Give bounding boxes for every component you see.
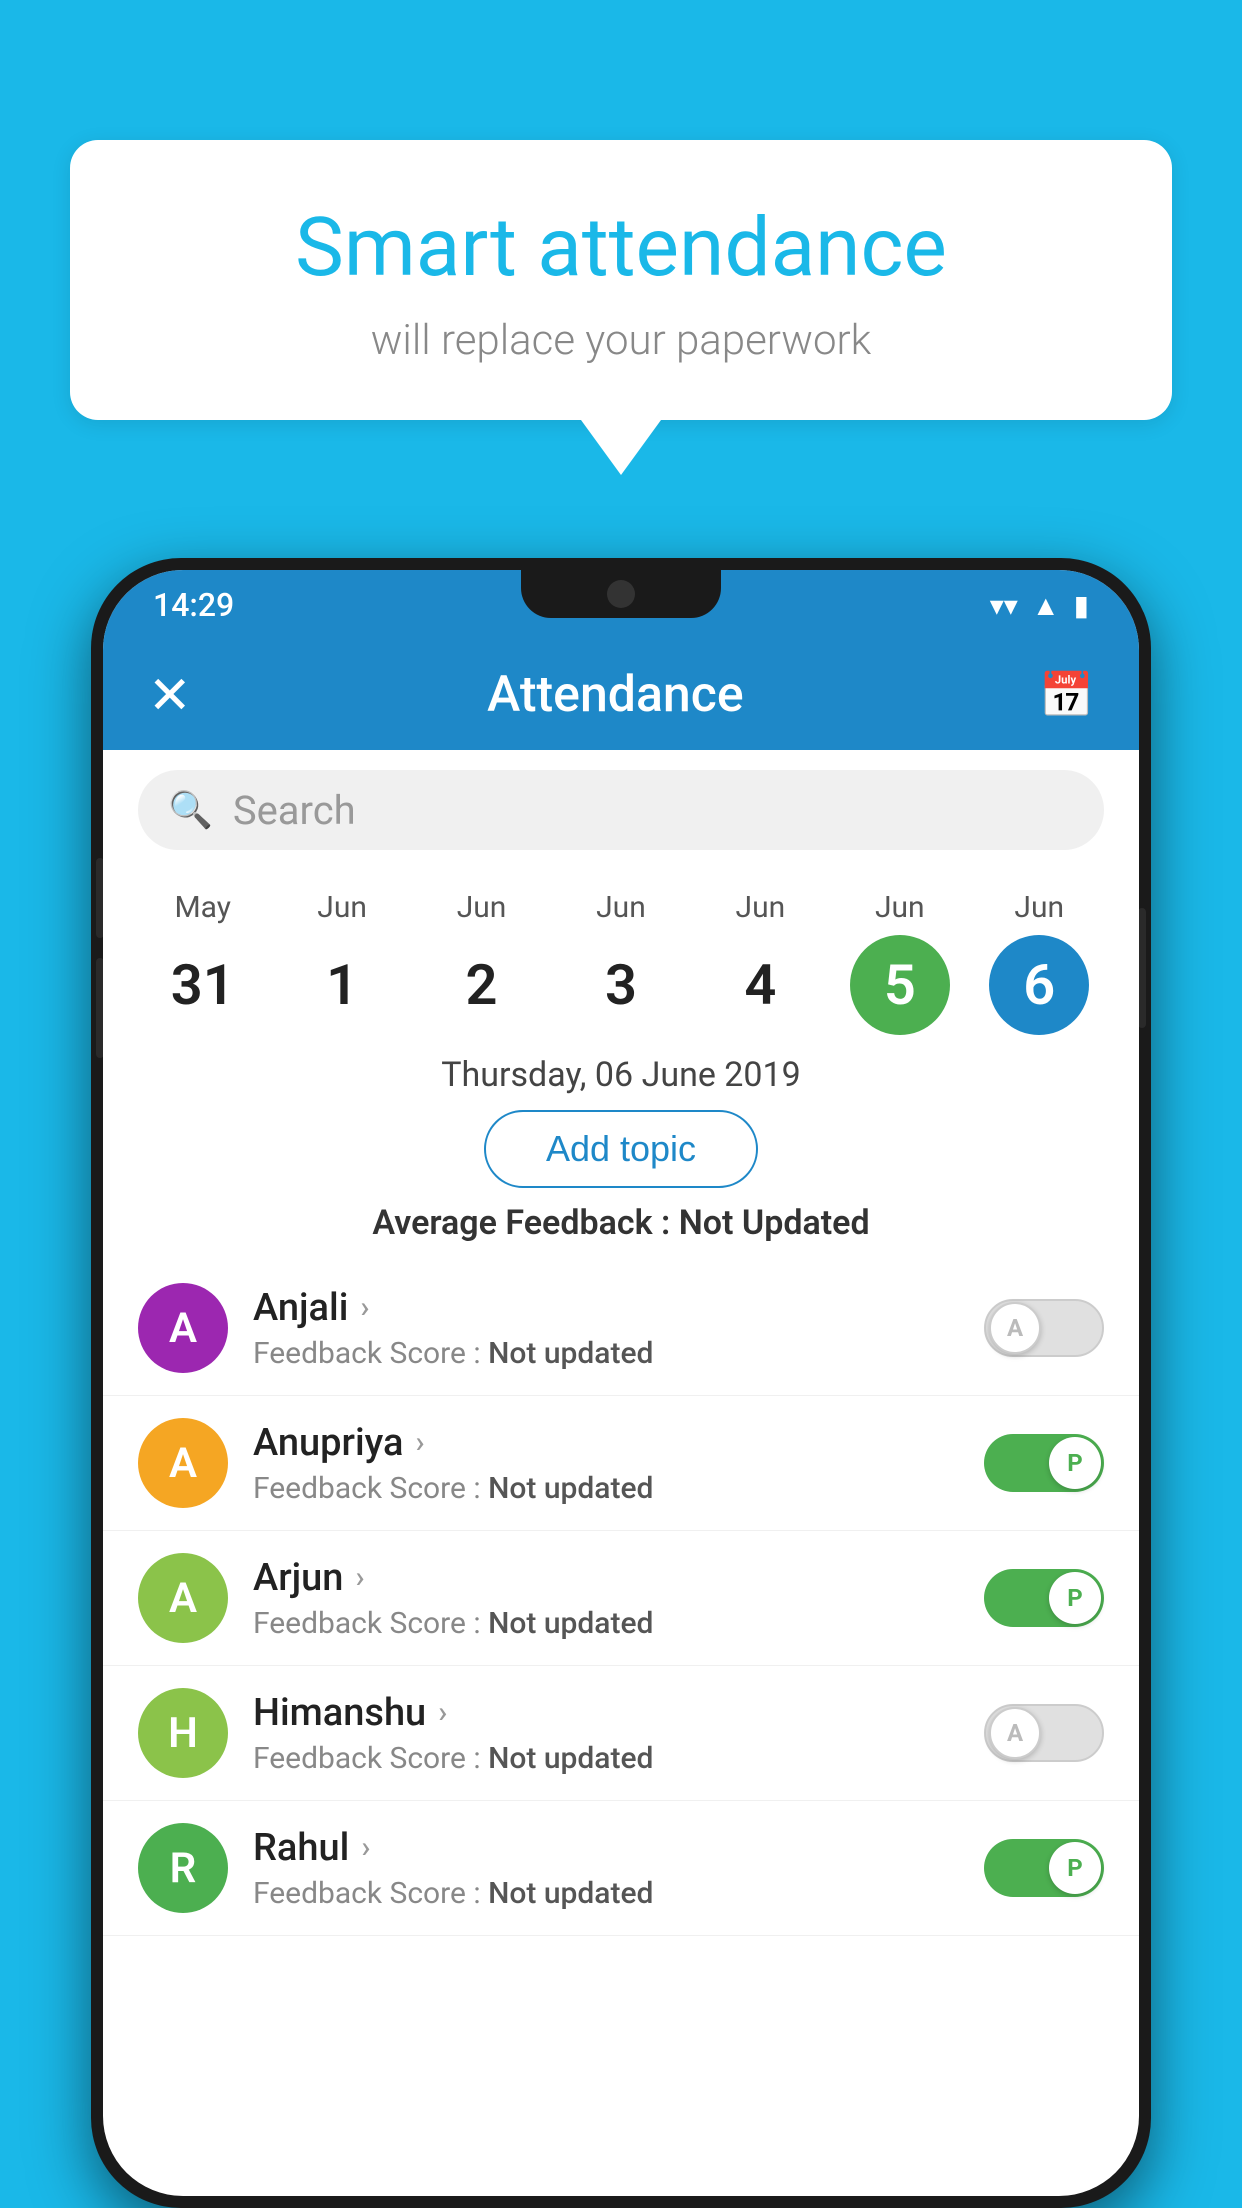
speech-bubble: Smart attendance will replace your paper… [70,140,1172,420]
toggle-knob: A [989,1707,1041,1759]
student-list-item[interactable]: A Anjali › Feedback Score : Not updated A [103,1261,1139,1396]
student-avatar: A [138,1418,228,1508]
status-time: 14:29 [153,586,234,624]
student-avatar: H [138,1688,228,1778]
student-list-item[interactable]: H Himanshu › Feedback Score : Not updated A [103,1666,1139,1801]
cal-day-number: 2 [432,935,532,1035]
feedback-score: Feedback Score : Not updated [253,1471,959,1506]
toggle-knob: P [1049,1842,1101,1894]
student-list-item[interactable]: A Arjun › Feedback Score : Not updated P [103,1531,1139,1666]
attendance-toggle[interactable]: P [984,1434,1104,1492]
phone-notch [521,558,721,618]
calendar-day-5[interactable]: Jun 5 [840,890,960,1035]
header-title: Attendance [487,666,744,724]
chevron-icon: › [361,1830,370,1865]
student-list-item[interactable]: A Anupriya › Feedback Score : Not updated P [103,1396,1139,1531]
attendance-toggle[interactable]: A [984,1704,1104,1762]
student-list: AAnjali ›Feedback Score : Not updatedAAA… [103,1261,1139,1936]
student-avatar: R [138,1823,228,1913]
cal-month-label: Jun [457,890,507,925]
selected-date-label: Thursday, 06 June 2019 [103,1055,1139,1095]
attendance-toggle-wrapper[interactable]: P [984,1569,1104,1627]
chevron-icon: › [355,1560,364,1595]
student-name: Arjun › [253,1556,959,1600]
search-icon: 🔍 [168,789,213,831]
avg-feedback-value: Not Updated [679,1203,870,1243]
status-icons: ▾▾ ▲ ▮ [990,589,1089,622]
calendar-day-2[interactable]: Jun 2 [422,890,542,1035]
feedback-score: Feedback Score : Not updated [253,1876,959,1911]
student-info: Anupriya › Feedback Score : Not updated [253,1421,959,1506]
cal-day-number: 6 [989,935,1089,1035]
battery-icon: ▮ [1074,589,1089,622]
chevron-icon: › [438,1695,447,1730]
calendar-day-6[interactable]: Jun 6 [979,890,1099,1035]
student-info: Rahul › Feedback Score : Not updated [253,1826,959,1911]
student-info: Anjali › Feedback Score : Not updated [253,1286,959,1371]
attendance-toggle-wrapper[interactable]: A [984,1299,1104,1357]
signal-icon: ▲ [1032,589,1060,622]
power-button [1138,908,1146,1028]
calendar-strip: May 31 Jun 1 Jun 2 Jun 3 Jun 4 Jun 5 Jun 6 [103,870,1139,1035]
cal-month-label: Jun [596,890,646,925]
avg-feedback: Average Feedback : Not Updated [103,1203,1139,1243]
student-name: Rahul › [253,1826,959,1870]
chevron-icon: › [415,1425,424,1460]
feedback-score: Feedback Score : Not updated [253,1741,959,1776]
cal-month-label: Jun [1014,890,1064,925]
calendar-icon[interactable]: 📅 [1039,669,1094,721]
attendance-toggle[interactable]: A [984,1299,1104,1357]
cal-month-label: May [174,890,230,925]
search-placeholder: Search [233,787,356,834]
attendance-toggle-wrapper[interactable]: P [984,1839,1104,1897]
close-button[interactable]: ✕ [148,665,192,726]
cal-day-number: 5 [850,935,950,1035]
attendance-toggle-wrapper[interactable]: A [984,1704,1104,1762]
toggle-knob: P [1049,1572,1101,1624]
search-bar[interactable]: 🔍 Search [138,770,1104,850]
feedback-score: Feedback Score : Not updated [253,1336,959,1371]
speech-bubble-subtitle: will replace your paperwork [150,316,1092,365]
calendar-day-1[interactable]: Jun 1 [282,890,402,1035]
attendance-toggle-wrapper[interactable]: P [984,1434,1104,1492]
cal-day-number: 1 [292,935,392,1035]
feedback-score: Feedback Score : Not updated [253,1606,959,1641]
cal-month-label: Jun [875,890,925,925]
speech-bubble-title: Smart attendance [150,200,1092,296]
cal-month-label: Jun [736,890,786,925]
student-avatar: A [138,1553,228,1643]
phone-screen: 14:29 ▾▾ ▲ ▮ ✕ Attendance 📅 🔍 Search May… [103,570,1139,2196]
calendar-day-0[interactable]: May 31 [143,890,263,1035]
student-avatar: A [138,1283,228,1373]
student-name: Anjali › [253,1286,959,1330]
cal-day-number: 31 [153,935,253,1035]
camera [607,580,635,608]
student-list-item[interactable]: R Rahul › Feedback Score : Not updated P [103,1801,1139,1936]
student-info: Himanshu › Feedback Score : Not updated [253,1691,959,1776]
phone-frame: 14:29 ▾▾ ▲ ▮ ✕ Attendance 📅 🔍 Search May… [91,558,1151,2208]
cal-day-number: 4 [710,935,810,1035]
speech-bubble-arrow [581,420,661,475]
attendance-toggle[interactable]: P [984,1569,1104,1627]
toggle-knob: A [989,1302,1041,1354]
add-topic-button[interactable]: Add topic [484,1110,758,1188]
toggle-knob: P [1049,1437,1101,1489]
cal-day-number: 3 [571,935,671,1035]
avg-feedback-label: Average Feedback : [372,1203,678,1243]
calendar-day-3[interactable]: Jun 3 [561,890,681,1035]
student-name: Himanshu › [253,1691,959,1735]
student-name: Anupriya › [253,1421,959,1465]
student-info: Arjun › Feedback Score : Not updated [253,1556,959,1641]
speech-bubble-container: Smart attendance will replace your paper… [70,140,1172,475]
calendar-day-4[interactable]: Jun 4 [700,890,820,1035]
app-header: ✕ Attendance 📅 [103,640,1139,750]
attendance-toggle[interactable]: P [984,1839,1104,1897]
cal-month-label: Jun [317,890,367,925]
wifi-icon: ▾▾ [990,589,1018,622]
chevron-icon: › [360,1290,369,1325]
